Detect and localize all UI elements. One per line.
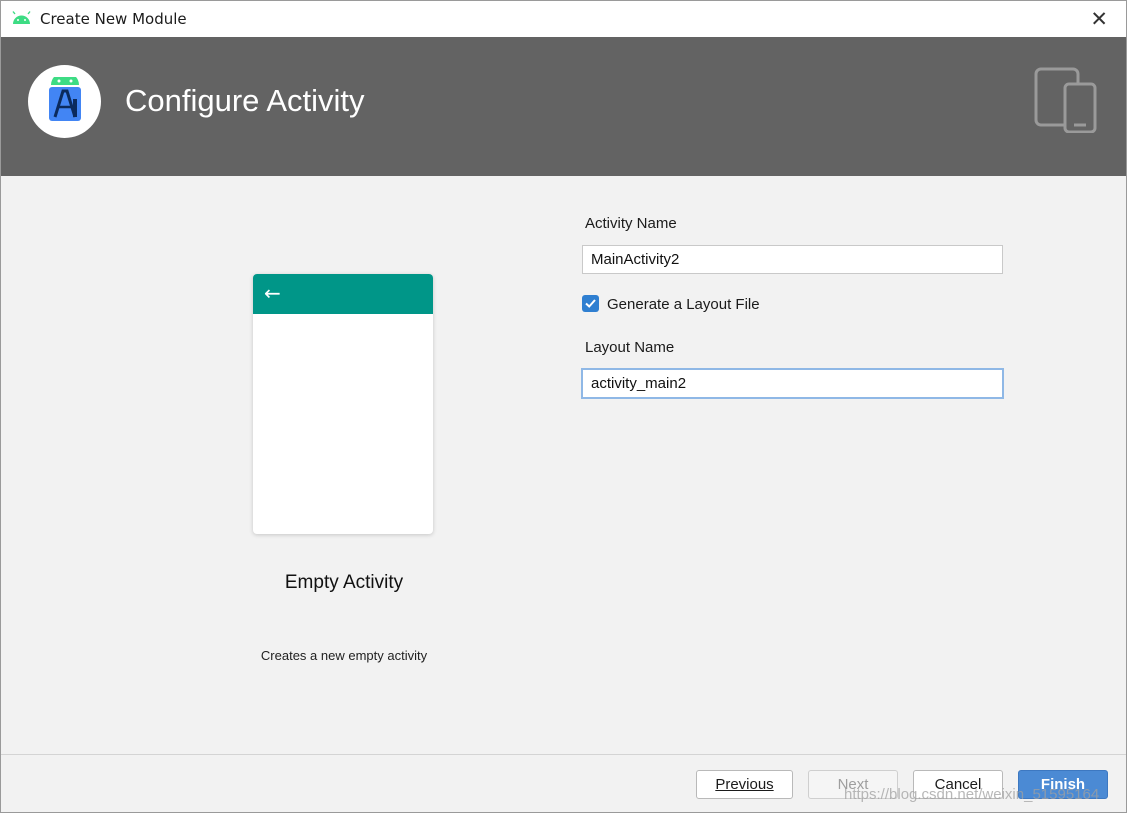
window-title: Create New Module (40, 10, 187, 28)
layout-name-label: Layout Name (585, 339, 675, 356)
header-banner: Configure Activity (1, 37, 1126, 176)
activity-name-label: Activity Name (585, 215, 677, 232)
android-icon (12, 11, 31, 24)
layout-name-input[interactable]: activity_main2 (581, 368, 1004, 399)
previous-button[interactable]: Previous (696, 770, 793, 799)
back-arrow-icon: ← (264, 281, 281, 305)
template-name: Empty Activity (284, 572, 404, 593)
footer-divider (1, 754, 1126, 755)
generate-layout-checkbox[interactable] (582, 295, 599, 312)
dialog-window: Create New Module ✕ Configure Activity ← (0, 0, 1127, 813)
previous-button-label: Previous (715, 776, 774, 793)
page-title: Configure Activity (125, 83, 365, 118)
watermark-text: https://blog.csdn.net/weixin_51595164 (844, 786, 1100, 803)
template-description: Creates a new empty activity (260, 648, 428, 663)
generate-layout-label[interactable]: Generate a Layout File (607, 296, 760, 313)
activity-name-input[interactable]: MainActivity2 (582, 245, 1003, 274)
preview-app-bar: ← (253, 274, 433, 314)
title-bar: Create New Module ✕ (1, 1, 1126, 37)
android-studio-logo-icon (28, 65, 101, 138)
devices-icon (1034, 67, 1097, 133)
close-icon[interactable]: ✕ (1090, 6, 1108, 32)
checkmark-icon (585, 299, 596, 308)
activity-preview: ← (253, 274, 433, 534)
